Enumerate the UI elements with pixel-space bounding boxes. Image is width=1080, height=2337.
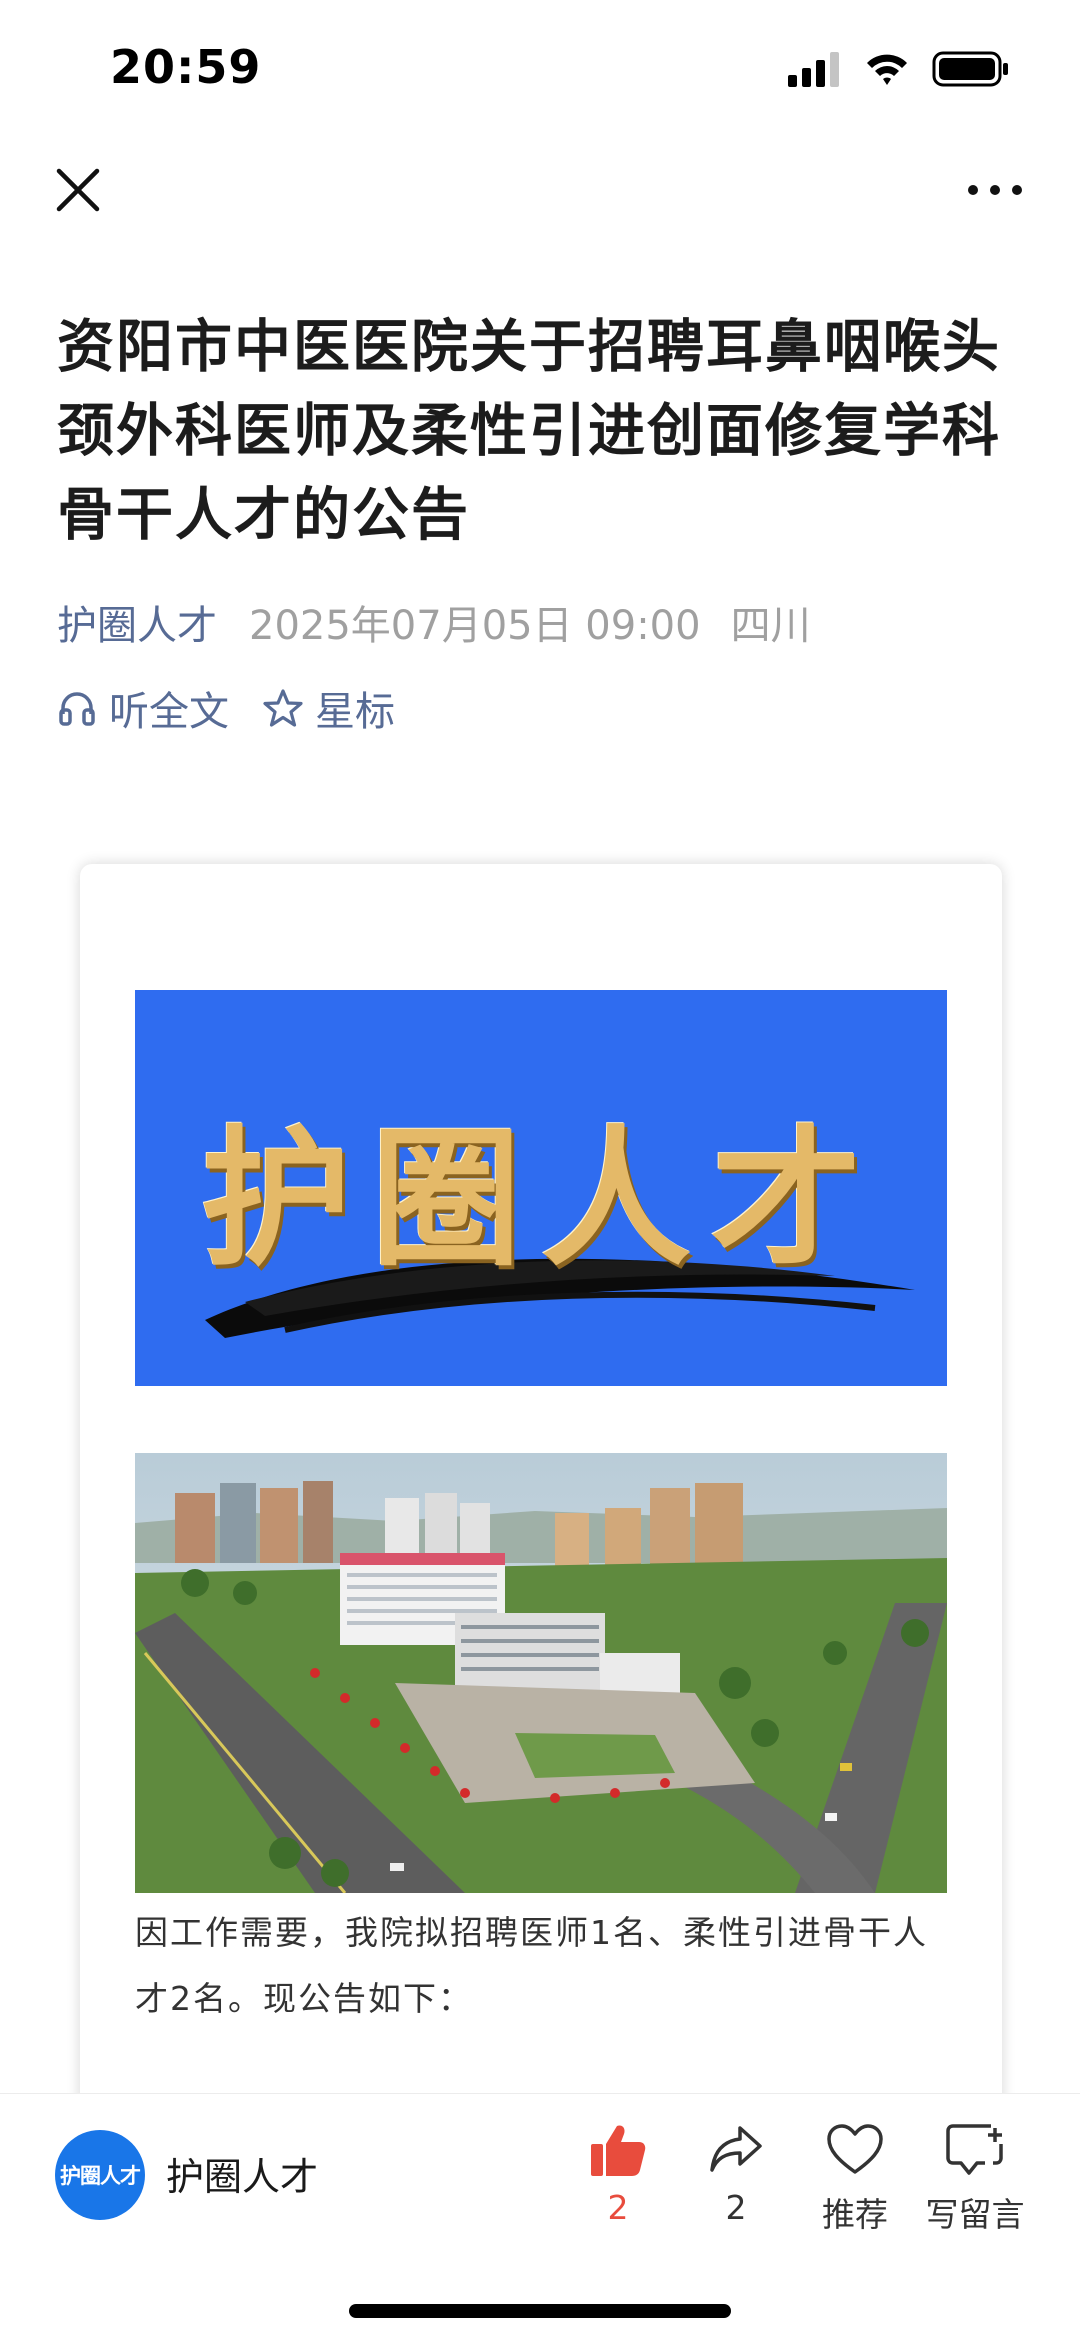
account-name[interactable]: 护圈人才 — [166, 2146, 318, 2201]
headphones-icon — [59, 692, 95, 726]
comment-button[interactable]: 写留言 — [910, 2122, 1040, 2242]
recommend-label: 推荐 — [822, 2195, 888, 2234]
recommend-button[interactable]: 推荐 — [790, 2122, 920, 2242]
heart-icon — [827, 2124, 883, 2174]
signal-icon — [788, 52, 839, 87]
share-button[interactable]: 2 — [671, 2122, 801, 2242]
star-button[interactable]: 星标 — [263, 679, 395, 737]
more-button[interactable] — [960, 162, 1030, 218]
article-actions: 听全文 星标 — [57, 678, 429, 738]
comment-icon — [946, 2124, 1003, 2175]
like-button[interactable]: 2 — [553, 2122, 683, 2242]
account-avatar[interactable]: 护圈人才 — [55, 2130, 145, 2220]
bottom-bar: 护圈人才 护圈人才 2 2 推荐 写留言 — [0, 2093, 1080, 2337]
close-icon — [56, 168, 100, 212]
star-label: 星标 — [315, 689, 395, 735]
nav-bar — [0, 150, 1080, 230]
comment-label: 写留言 — [925, 2195, 1025, 2234]
more-icon — [968, 185, 1022, 195]
like-count: 2 — [607, 2188, 629, 2227]
article-location: 四川 — [730, 603, 811, 649]
article-meta: 护圈人才 2025年07月05日 09:00 四川 — [57, 592, 811, 652]
share-count: 2 — [725, 2188, 747, 2227]
article-title: 资阳市中医医院关于招聘耳鼻咽喉头颈外科医师及柔性引进创面修复学科骨干人才的公告 — [57, 314, 1001, 548]
star-icon — [263, 689, 303, 727]
status-bar: 20:59 — [0, 0, 1080, 140]
article-date: 2025年07月05日 09:00 — [249, 603, 701, 649]
hospital-aerial-graphic — [135, 1453, 947, 1893]
listen-label: 听全文 — [109, 689, 229, 735]
hospital-photo — [135, 1453, 947, 1893]
listen-button[interactable]: 听全文 — [57, 679, 229, 737]
article-body-text: 因工作需要，我院拟招聘医师1名、柔性引进骨干人才2名。现公告如下： — [135, 1913, 928, 2018]
battery-icon — [932, 51, 1008, 87]
home-indicator[interactable] — [349, 2304, 731, 2318]
content-card: 护圈人才 因工作需要，我院拟招聘医师1名、柔性引进骨干人才2名。现公告如下： — [80, 864, 1002, 2224]
thumbs-up-icon — [591, 2125, 646, 2176]
wifi-icon — [867, 54, 907, 85]
article-account-link[interactable]: 护圈人才 — [57, 593, 217, 651]
share-icon — [710, 2126, 762, 2172]
close-button[interactable] — [50, 162, 106, 218]
banner-title: 护圈人才 — [200, 1111, 881, 1287]
status-time: 20:59 — [110, 40, 262, 94]
banner-image: 护圈人才 — [135, 990, 947, 1386]
status-icons — [786, 50, 1010, 88]
